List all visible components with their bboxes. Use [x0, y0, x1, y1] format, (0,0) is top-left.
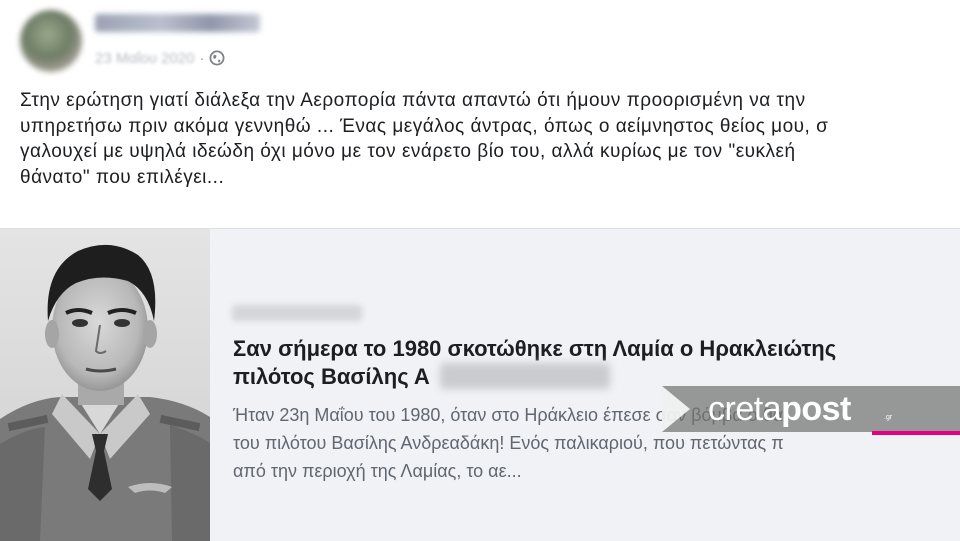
title-redaction	[440, 363, 610, 389]
watermark-chevron-icon	[662, 386, 690, 432]
author-avatar[interactable]	[20, 10, 82, 72]
post-text-line: θάνατο" που επιλέγει...	[20, 166, 225, 188]
pilot-portrait-image	[0, 229, 210, 541]
link-preview-card[interactable]: Σαν σήμερα το 1980 σκοτώθηκε στη Λαμία ο…	[0, 228, 960, 541]
meta-separator: ·	[199, 49, 205, 67]
watermark-brand: cretapost	[708, 389, 851, 429]
post-body: Στην ερώτηση γιατί διάλεξα την Αεροπορία…	[20, 88, 960, 190]
pilot-portrait-photo[interactable]	[0, 229, 210, 541]
watermark-brand-bold: post	[781, 390, 851, 428]
post-text-line: υπηρετήσω πριν ακόμα γεννηθώ ... Ένας με…	[20, 115, 829, 137]
post-meta: 23 Μαΐου 2020 ·	[95, 47, 225, 69]
watermark-accent-line	[872, 431, 960, 435]
author-name-redacted[interactable]	[95, 14, 260, 32]
globe-icon[interactable]	[209, 50, 225, 66]
link-domain-redacted	[232, 305, 362, 321]
post-date[interactable]: 23 Μαΐου 2020	[95, 50, 194, 67]
post-text-line: Στην ερώτηση γιατί διάλεξα την Αεροπορία…	[20, 90, 806, 111]
link-title-line: Σαν σήμερα το 1980 σκοτώθηκε στη Λαμία ο…	[233, 336, 837, 361]
watermark-suffix: .gr	[884, 414, 893, 421]
watermark-brand-light: creta	[708, 390, 782, 428]
cretapost-watermark: cretapost .gr	[662, 386, 960, 432]
link-description-line: του πιλότου Βασίλης Ανδρεαδάκη! Ενός παλ…	[233, 433, 784, 453]
facebook-post: 23 Μαΐου 2020 · Στην ερώτηση γιατί διάλε…	[0, 0, 960, 541]
post-text-line: γαλουχεί με υψηλά ιδεώδη όχι μόνο με τον…	[20, 141, 796, 162]
link-description-line: από την περιοχή της Λαμίας, το αε...	[233, 461, 522, 481]
